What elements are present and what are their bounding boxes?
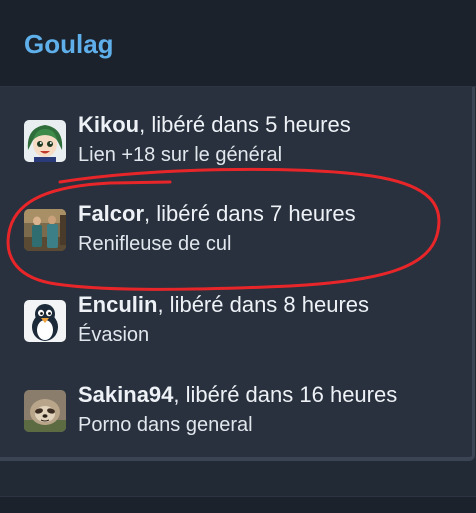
entry-title: Enculin, libéré dans 8 heures <box>78 290 369 320</box>
entry-title: Sakina94, libéré dans 16 heures <box>78 380 397 410</box>
ban-reason: Lien +18 sur le général <box>78 144 283 166</box>
ban-reason: Renifleuse de cul <box>78 233 232 255</box>
widget-title[interactable]: Goulag <box>24 27 114 61</box>
widget-header: Goulag <box>0 0 476 87</box>
ban-reason: Porno dans general <box>78 414 253 436</box>
user-name-link[interactable]: Falcor <box>78 201 144 226</box>
list-item-sakina94: Sakina94, libéré dans 16 heures Porno da… <box>0 382 472 460</box>
ban-reason: Évasion <box>78 324 150 346</box>
goulag-panel: Kikou, libéré dans 5 heures Lien +18 sur… <box>0 87 475 461</box>
sloth-avatar-icon[interactable] <box>24 390 66 432</box>
penguin-avatar-icon[interactable] <box>24 300 66 342</box>
banned-users-list: Kikou, libéré dans 5 heures Lien +18 sur… <box>0 87 472 457</box>
user-name-link[interactable]: Enculin <box>78 292 157 317</box>
list-item-falcor: Falcor, libéré dans 7 heures Renifleuse … <box>0 201 472 279</box>
next-widget-edge <box>0 496 476 513</box>
user-name-link[interactable]: Kikou <box>78 112 139 137</box>
anime-girl-avatar-icon[interactable] <box>24 120 66 162</box>
list-item-kikou: Kikou, libéré dans 5 heures Lien +18 sur… <box>0 112 472 190</box>
release-status: , libéré dans 8 heures <box>157 292 370 317</box>
entry-title: Falcor, libéré dans 7 heures <box>78 199 356 229</box>
entry-title: Kikou, libéré dans 5 heures <box>78 110 351 140</box>
release-status: , libéré dans 16 heures <box>173 382 398 407</box>
release-status: , libéré dans 5 heures <box>139 112 351 137</box>
people-photo-avatar-icon[interactable] <box>24 209 66 251</box>
release-status: , libéré dans 7 heures <box>144 201 356 226</box>
user-name-link[interactable]: Sakina94 <box>78 382 173 407</box>
list-item-enculin: Enculin, libéré dans 8 heures Évasion <box>0 292 472 370</box>
